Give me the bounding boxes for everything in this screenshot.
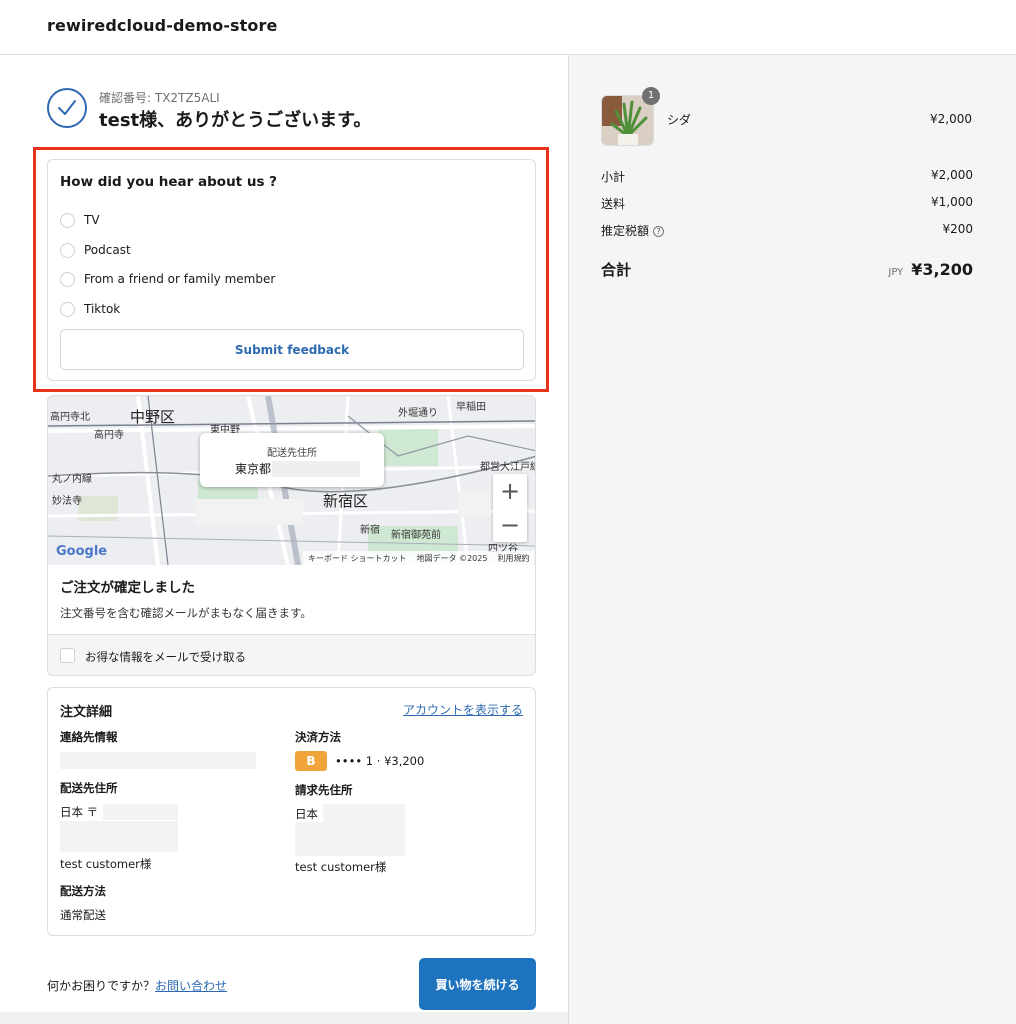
survey-option-tv[interactable]: TV (60, 211, 100, 229)
item-price: ¥2,000 (930, 112, 972, 126)
shipping-redacted (103, 804, 178, 820)
order-summary-sidebar: 1 シダ ¥2,000 小計 ¥2,000 送料 ¥1,000 推定税額? ¥2… (568, 55, 1016, 1024)
contact-redacted (60, 752, 256, 769)
survey-card: How did you hear about us ? TV Podcast F… (47, 159, 536, 381)
map-label-koenji-kita: 高円寺北 (50, 412, 90, 423)
map-label-sotobori: 外堀通り (398, 408, 438, 419)
shipping-label: 送料 (601, 197, 626, 211)
zoom-out-button[interactable]: − (493, 508, 527, 542)
option-label: Podcast (84, 243, 131, 257)
map-label-waseda: 早稲田 (456, 402, 486, 413)
map-label-nakano: 中野区 (130, 408, 176, 426)
newsletter-label[interactable]: お得な情報をメールで受け取る (85, 649, 246, 665)
popup-value: 東京都 (235, 462, 272, 476)
shipping-row: 送料 ¥1,000 (601, 195, 973, 212)
map-label-marunouchi: 丸ノ内線 (52, 474, 92, 485)
currency-code: JPY (888, 267, 904, 278)
map-label-koenji: 高円寺 (94, 430, 124, 441)
map-zoom-control: + − (493, 474, 527, 542)
terms-link[interactable]: 利用規約 (497, 553, 529, 563)
radio-button[interactable] (60, 301, 75, 317)
continue-shopping-button[interactable]: 買い物を続ける (419, 958, 536, 1010)
newsletter-optin: お得な情報をメールで受け取る (48, 634, 535, 675)
zoom-in-button[interactable]: + (493, 474, 527, 508)
radio-button[interactable] (60, 212, 75, 228)
contact-heading: 連絡先情報 (60, 730, 118, 744)
order-confirmed-description: 注文番号を含む確認メールがまもなく届きます。 (60, 606, 312, 620)
contact-us-link[interactable]: お問い合わせ (155, 979, 227, 993)
survey-option-friend[interactable]: From a friend or family member (60, 270, 275, 288)
radio-button[interactable] (60, 271, 75, 287)
map-label-shinjuku-station: 新宿 (360, 525, 380, 536)
help-text: 何かお困りですか？お問い合わせ (47, 977, 227, 994)
tax-row: 推定税額? ¥200 (601, 222, 973, 239)
billing-country: 日本 (295, 807, 318, 821)
billing-address-heading: 請求先住所 (295, 783, 353, 797)
order-details-card: 注文詳細 アカウントを表示する 連絡先情報 決済方法 B •••• 1 · ¥3… (47, 687, 536, 936)
header: rewiredcloud-demo-store (0, 0, 1016, 55)
thank-you-heading: test様、ありがとうございます。 (99, 110, 372, 131)
submit-feedback-button[interactable]: Submit feedback (60, 329, 524, 370)
option-label: TV (84, 213, 100, 227)
billing-redacted (323, 804, 405, 822)
total-label: 合計 (601, 261, 632, 279)
map-data-credit: 地図データ ©2025 (416, 554, 488, 563)
radio-button[interactable] (60, 242, 75, 258)
billing-name: test customer様 (295, 860, 387, 874)
billing-redacted (295, 822, 405, 856)
google-logo: Google (56, 544, 108, 559)
map[interactable]: 中野区 新宿区 高円寺北 高円寺 東中野 妙法寺 新宿 新宿御苑前 早稲田 四ツ… (48, 396, 536, 565)
popup-title: 配送先住所 (267, 448, 317, 459)
map-label-shinjuku: 新宿区 (323, 492, 369, 510)
item-name: シダ (667, 113, 692, 127)
shipping-method-value: 通常配送 (60, 908, 106, 922)
option-label: From a friend or family member (84, 272, 276, 286)
survey-option-podcast[interactable]: Podcast (60, 241, 131, 259)
help-circle-icon[interactable]: ? (653, 226, 665, 237)
check-icon (47, 88, 87, 128)
total-row: 合計 JPY ¥3,200 (601, 259, 973, 280)
subtotal-label: 小計 (601, 170, 626, 184)
shipping-method-heading: 配送方法 (60, 884, 106, 898)
bottom-strip (0, 1012, 568, 1024)
payment-badge: B (295, 751, 327, 771)
payment-heading: 決済方法 (295, 730, 341, 744)
map-label-myohoji: 妙法寺 (52, 496, 82, 507)
map-redacted (195, 499, 303, 525)
map-footer: キーボード ショートカット 地図データ ©2025 利用規約 (303, 551, 535, 565)
tax-label: 推定税額 (601, 224, 650, 238)
tax-value: ¥200 (942, 222, 973, 236)
order-details-title: 注文詳細 (60, 705, 113, 720)
shipping-value: ¥1,000 (931, 195, 973, 209)
map-label-gyoen: 新宿御苑前 (391, 530, 441, 541)
store-name[interactable]: rewiredcloud-demo-store (47, 16, 277, 35)
payment-value: •••• 1 · ¥3,200 (335, 754, 425, 768)
subtotal-value: ¥2,000 (931, 168, 973, 182)
shipping-address-popup: 配送先住所 東京都 (200, 433, 384, 487)
survey-option-tiktok[interactable]: Tiktok (60, 300, 120, 318)
order-confirmed-title: ご注文が確定しました (60, 580, 195, 596)
quantity-badge: 1 (642, 87, 660, 105)
survey-question: How did you hear about us ? (60, 174, 278, 190)
view-account-link[interactable]: アカウントを表示する (403, 701, 523, 718)
order-status-card: 中野区 新宿区 高円寺北 高円寺 東中野 妙法寺 新宿 新宿御苑前 早稲田 四ツ… (47, 395, 536, 676)
map-label-toei-oedo: 都営大江戸線 (480, 462, 536, 473)
map-redacted (458, 491, 490, 517)
popup-redacted (272, 461, 360, 477)
help-label: 何かお困りですか？ (47, 979, 156, 993)
confirmation-number: 確認番号: TX2TZ5ALI (99, 91, 220, 105)
shipping-name: test customer様 (60, 857, 152, 871)
shipping-address-heading: 配送先住所 (60, 781, 118, 795)
subtotal-row: 小計 ¥2,000 (601, 168, 973, 185)
option-label: Tiktok (84, 302, 121, 316)
keyboard-shortcuts-link[interactable]: キーボード ショートカット (308, 553, 407, 563)
shipping-redacted (60, 821, 178, 852)
newsletter-checkbox[interactable] (60, 648, 75, 663)
total-value: ¥3,200 (911, 260, 973, 279)
